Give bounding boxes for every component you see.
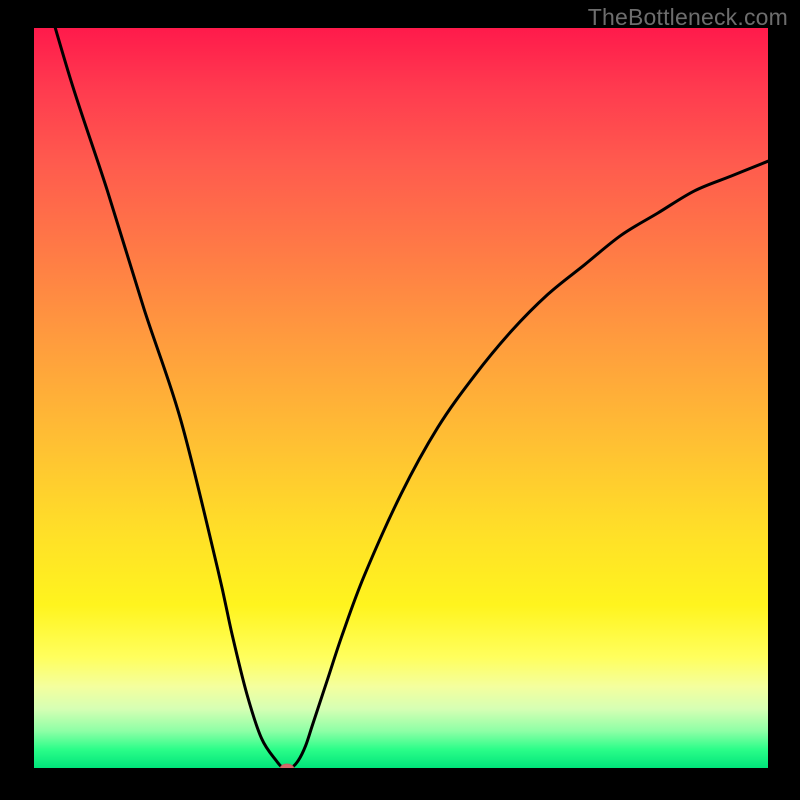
optimal-marker-icon: [280, 764, 294, 769]
bottleneck-curve: [34, 28, 768, 768]
chart-frame: TheBottleneck.com: [0, 0, 800, 800]
watermark-text: TheBottleneck.com: [588, 4, 788, 31]
plot-area: [34, 28, 768, 768]
